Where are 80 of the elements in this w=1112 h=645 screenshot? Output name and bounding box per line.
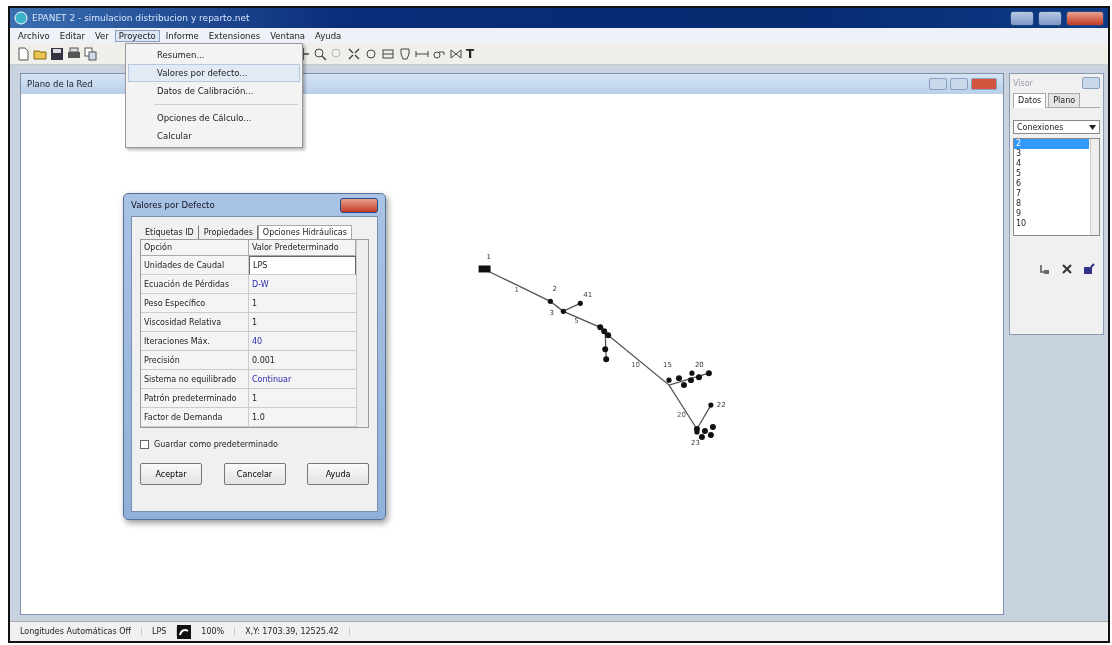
tab[interactable]: Datos — [1013, 93, 1047, 108]
option-cell: Iteraciones Máx. — [141, 332, 249, 351]
map-window-title: Plano de la Red — [27, 79, 94, 89]
flow-direction-icon — [177, 624, 192, 639]
value-cell: D-W — [249, 275, 356, 294]
menu-item[interactable]: Informe — [161, 29, 203, 42]
node-icon[interactable] — [364, 46, 378, 61]
scrollbar[interactable] — [356, 240, 368, 427]
menu-entry[interactable]: Opciones de Cálculo... — [128, 109, 300, 127]
coordinates-status: X,Y: 1703.39, 12525.42 — [235, 627, 350, 636]
dialog-title: Valores por Defecto — [131, 200, 215, 210]
menu-item[interactable]: Ventana — [266, 29, 310, 42]
dialog-button[interactable]: Aceptar — [140, 463, 202, 485]
option-cell: Patrón predeterminado — [141, 389, 249, 408]
value-cell: Continuar — [249, 370, 356, 389]
menu-entry[interactable]: Valores por defecto... — [128, 64, 300, 82]
menu-entry[interactable]: Resumen... — [128, 46, 300, 64]
menu-item[interactable]: Extensiones — [204, 29, 265, 42]
save-icon[interactable] — [50, 46, 64, 61]
tab[interactable]: Opciones Hidráulicas — [257, 225, 352, 239]
menu-item[interactable]: Archivo — [14, 29, 54, 42]
close-button[interactable] — [1066, 10, 1104, 26]
list-item[interactable]: 9 — [1014, 209, 1089, 219]
option-cell: Sistema no equilibrado — [141, 370, 249, 389]
option-cell: Viscosidad Relativa — [141, 313, 249, 332]
app-icon — [14, 11, 28, 25]
list-item[interactable]: 3 — [1014, 149, 1089, 159]
auto-length-status: Longitudes Automáticas Off — [10, 627, 142, 636]
value-cell: 1 — [249, 313, 356, 332]
zoom-icon[interactable] — [313, 46, 327, 61]
tab[interactable]: Plano — [1048, 93, 1081, 107]
window-title: EPANET 2 - simulacion distribucion y reparto.net — [32, 13, 251, 23]
list-item[interactable]: 7 — [1014, 189, 1089, 199]
value-cell: 1 — [249, 389, 356, 408]
panel-title: Visor — [1013, 78, 1034, 88]
menu-item[interactable]: Proyecto — [114, 29, 160, 42]
dialog-button[interactable]: Ayuda — [307, 463, 369, 485]
copy-icon[interactable] — [84, 46, 98, 61]
value-cell: 40 — [249, 332, 356, 351]
category-select[interactable]: Conexiones — [1013, 120, 1100, 134]
list-item[interactable]: 8 — [1014, 199, 1089, 209]
option-cell: Factor de Demanda — [141, 408, 249, 427]
option-cell: Unidades de Caudal — [141, 256, 249, 275]
delete-icon[interactable] — [1060, 262, 1074, 276]
list-item[interactable]: 5 — [1014, 169, 1089, 179]
checkbox-label: Guardar como predeterminado — [154, 440, 278, 449]
tank-icon[interactable] — [398, 46, 412, 61]
menu-item[interactable]: Ver — [90, 29, 113, 42]
list-item[interactable]: 6 — [1014, 179, 1089, 189]
valve-icon[interactable] — [449, 46, 463, 61]
caret-icon — [1089, 124, 1096, 130]
column-header: Valor Predeterminado — [249, 240, 356, 256]
option-cell: Peso Específico — [141, 294, 249, 313]
full-extent-icon[interactable] — [347, 46, 361, 61]
edit-icon[interactable] — [1082, 262, 1096, 276]
menu-item[interactable]: Editar — [55, 29, 89, 42]
option-cell: Precisión — [141, 351, 249, 370]
scrollbar[interactable] — [1090, 139, 1099, 235]
maximize-button[interactable] — [1038, 10, 1062, 26]
value-cell: 1 — [249, 294, 356, 313]
menu-item[interactable]: Ayuda — [311, 29, 346, 42]
checkbox[interactable] — [140, 440, 149, 449]
text-tool[interactable]: T — [466, 46, 475, 61]
close-button[interactable] — [340, 197, 378, 213]
menu-entry[interactable]: Calcular — [128, 127, 300, 145]
list-item[interactable]: 4 — [1014, 159, 1089, 169]
new-file-icon[interactable] — [16, 46, 30, 61]
print-icon[interactable] — [67, 46, 81, 61]
option-cell: Ecuación de Pérdidas — [141, 275, 249, 294]
column-header: Opción — [141, 240, 249, 256]
menu-entry[interactable]: Datos de Calibración... — [128, 82, 300, 100]
value-cell: 1.0 — [249, 408, 356, 427]
add-icon[interactable] — [1038, 262, 1052, 276]
list-item[interactable]: 10 — [1014, 219, 1089, 229]
value-field[interactable]: LPS — [249, 256, 356, 275]
minimize-button[interactable] — [1010, 10, 1034, 26]
zoom-status: 100% — [191, 627, 236, 636]
value-cell: 0.001 — [249, 351, 356, 370]
dialog-button[interactable]: Cancelar — [223, 463, 286, 485]
reservoir-icon[interactable] — [381, 46, 395, 61]
